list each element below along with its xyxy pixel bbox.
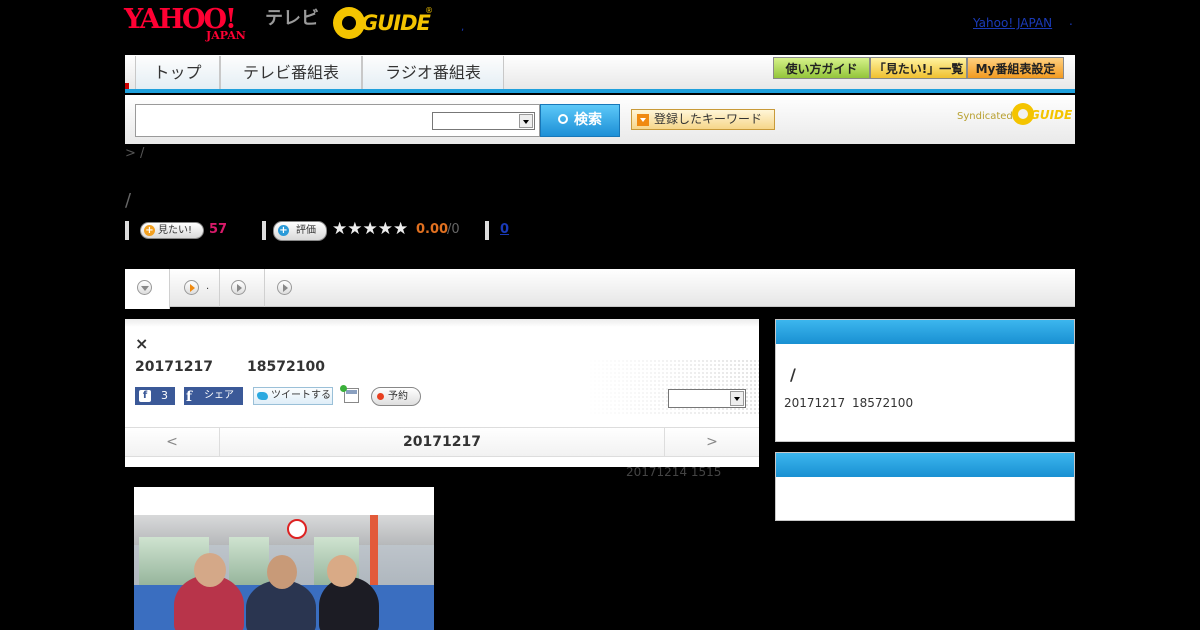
search-button[interactable]: 検索 — [540, 104, 620, 137]
want-to-watch-list-button[interactable]: 「見たい!」一覧 — [870, 57, 967, 79]
facebook-share-button[interactable]: f シェア — [184, 387, 243, 405]
program-close-mark: × — [135, 334, 149, 353]
facebook-share-label: シェア — [204, 390, 234, 401]
dropdown-arrow-icon — [637, 114, 649, 126]
previous-date-button[interactable]: < — [125, 428, 220, 456]
subtab-4[interactable] — [265, 269, 310, 307]
plus-icon: + — [144, 225, 155, 236]
syndicated-gguide-logo: GUIDE — [1012, 103, 1072, 125]
page-title: / — [125, 190, 132, 211]
nav-tab-radio-schedule[interactable]: ラジオ番組表 — [362, 56, 504, 89]
tweet-button[interactable]: ツイートする — [253, 387, 333, 405]
program-subtabs: . — [125, 269, 1075, 309]
twitter-icon — [257, 392, 268, 400]
rating-score-denominator: /0 — [447, 222, 460, 237]
rate-label: 評価 — [296, 225, 316, 236]
search-category-select[interactable] — [432, 112, 535, 130]
rate-button[interactable]: + 評価 — [273, 221, 327, 241]
chevron-down-icon — [730, 391, 744, 406]
tweet-label: ツイートする — [271, 390, 331, 401]
yahoo-logo-sub: JAPAN — [206, 29, 246, 42]
syndicated-label: Syndicated — [957, 111, 1013, 122]
want-to-watch-button[interactable]: + 見たい! — [140, 222, 204, 239]
program-options-select[interactable] — [668, 389, 746, 408]
play-circle-icon — [231, 280, 246, 295]
last-updated: 20171214 1515 — [626, 465, 722, 479]
chevron-down-icon — [519, 114, 533, 128]
secondary-info-panel — [775, 452, 1075, 521]
nav-accent — [125, 83, 129, 89]
facebook-like-button[interactable]: f 3 — [135, 387, 175, 405]
no-smoking-sign — [287, 519, 307, 539]
reserve-label: 予約 — [388, 391, 408, 402]
reserve-button[interactable]: 予約 — [371, 387, 421, 406]
search-button-label: 検索 — [574, 112, 602, 128]
yahoo-japan-link[interactable]: Yahoo! JAPAN — [973, 15, 1052, 31]
program-photo-frame — [134, 487, 434, 630]
rating-score: 0.00 — [416, 222, 449, 237]
main-nav: トップ テレビ番組表 ラジオ番組表 使い方ガイド 「見たい!」一覧 My番組表設… — [125, 55, 1075, 93]
subtab-1[interactable] — [125, 269, 170, 309]
subtab-2[interactable]: . — [170, 269, 220, 307]
nav-tab-tv-schedule[interactable]: テレビ番組表 — [220, 56, 362, 89]
header-link-separator: . — [1069, 14, 1073, 28]
review-count-link[interactable]: 0 — [500, 222, 509, 237]
program-photo — [134, 515, 434, 630]
program-detail-panel: × 20171217 18572100 f 3 f シェア ツイートする 予約 … — [125, 319, 759, 467]
yahoo-japan-logo[interactable]: YAHOO! JAPAN — [124, 5, 262, 43]
divider — [485, 221, 489, 240]
star-rating-icon: ★★★★★ — [332, 219, 409, 239]
play-circle-icon — [184, 280, 199, 295]
want-to-watch-label: 見たい! — [158, 225, 193, 236]
program-date: 20171217 — [135, 359, 213, 375]
current-date: 20171217 — [403, 434, 481, 450]
related-program-title[interactable]: / — [790, 365, 796, 384]
syndicated-logo-text: GUIDE — [1030, 108, 1073, 122]
related-program-time: 18572100 — [852, 396, 914, 410]
search-icon — [558, 114, 568, 124]
date-navigation: < 20171217 > — [125, 427, 759, 457]
related-info-panel: / 20171217 18572100 — [775, 319, 1075, 442]
calendar-add-icon[interactable] — [340, 385, 359, 403]
divider — [262, 221, 266, 240]
facebook-icon: f — [186, 389, 193, 405]
registered-keywords-button[interactable]: 登録したキーワード — [631, 109, 775, 130]
subtab-3[interactable] — [220, 269, 265, 307]
related-program-date: 20171217 — [784, 396, 846, 410]
play-circle-icon — [277, 280, 292, 295]
next-date-button[interactable]: > — [664, 428, 759, 456]
subtab-2-label: . — [206, 281, 210, 292]
facebook-like-count: 3 — [161, 389, 168, 402]
tv-logo-label[interactable]: テレビ — [265, 8, 319, 30]
search-bar: 検索 登録したキーワード Syndicated GUIDE — [125, 95, 1075, 144]
header-separator: , — [461, 22, 465, 33]
my-schedule-settings-button[interactable]: My番組表設定 — [967, 57, 1064, 79]
registered-keywords-label: 登録したキーワード — [654, 112, 763, 126]
program-time: 18572100 — [247, 359, 325, 375]
usage-guide-button[interactable]: 使い方ガイド — [773, 57, 870, 79]
record-icon — [377, 393, 384, 400]
gguide-logo-reg: ® — [425, 6, 433, 15]
gguide-logo-text: GUIDE — [361, 11, 431, 35]
nav-tab-top[interactable]: トップ — [135, 56, 220, 89]
plus-icon: + — [278, 225, 289, 236]
gguide-logo[interactable]: GUIDE ® — [333, 6, 433, 40]
dropdown-circle-icon — [137, 280, 152, 295]
panel-header — [776, 320, 1074, 344]
breadcrumb[interactable]: > / — [125, 146, 144, 161]
divider — [125, 221, 129, 240]
panel-header — [776, 453, 1074, 477]
want-to-watch-count: 57 — [209, 222, 228, 237]
facebook-icon: f — [139, 390, 151, 402]
